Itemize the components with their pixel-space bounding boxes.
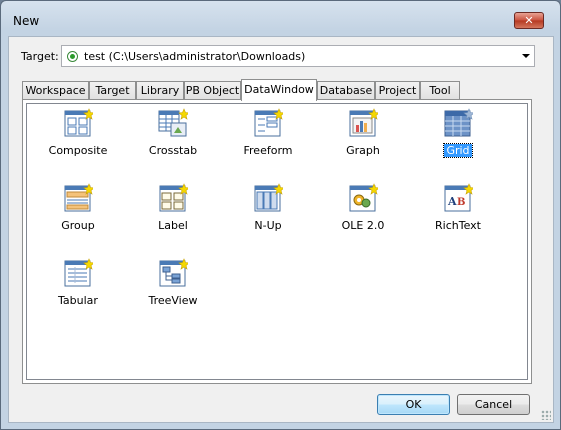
cancel-button[interactable]: Cancel [457, 394, 530, 415]
tab-panel-datawindow: Composite Crosstab Freeform Graph Grid G… [22, 99, 532, 384]
item-label: N-Up [254, 219, 282, 232]
resize-grip-icon[interactable] [541, 410, 551, 420]
tab-tool[interactable]: Tool [420, 81, 460, 100]
item-label: Tabular [58, 294, 98, 307]
ok-button[interactable]: OK [377, 394, 450, 415]
tab-label: DataWindow [244, 83, 314, 96]
target-label: Target: [21, 50, 59, 63]
composite-icon [64, 108, 93, 137]
graph-icon [349, 108, 378, 137]
close-button[interactable]: ✕ [514, 12, 544, 29]
close-icon: ✕ [524, 14, 534, 27]
label-icon [159, 183, 188, 212]
item-label: RichText [435, 219, 481, 232]
tab-label: Tool [429, 84, 451, 97]
list-item-crosstab[interactable]: Crosstab [135, 108, 211, 178]
chevron-down-icon[interactable] [522, 54, 530, 58]
list-item-n-up[interactable]: N-Up [230, 183, 306, 253]
new-dialog: New ✕ Target: test (C:\Users\administrat… [0, 0, 561, 430]
target-dropdown[interactable]: test (C:\Users\administrator\Downloads) [61, 45, 535, 67]
svg-text:B: B [457, 197, 465, 208]
item-label: Label [158, 219, 188, 232]
svg-text:A: A [447, 195, 457, 208]
grid-icon [444, 108, 473, 137]
list-item-richtext[interactable]: A B RichText [420, 183, 496, 253]
tab-label: Target [95, 84, 130, 97]
list-item-graph[interactable]: Graph [325, 108, 401, 178]
list-item-composite[interactable]: Composite [40, 108, 116, 178]
tab-target[interactable]: Target [89, 81, 136, 100]
target-value: test (C:\Users\administrator\Downloads) [84, 50, 306, 63]
title-bar[interactable]: New ✕ [1, 1, 560, 35]
dialog-body: Target: test (C:\Users\administrator\Dow… [8, 36, 554, 423]
list-item-label[interactable]: Label [135, 183, 211, 253]
tab-label: Workspace [25, 84, 86, 97]
list-item-treeview[interactable]: TreeView [135, 258, 211, 328]
item-label: Group [61, 219, 95, 232]
tab-label: Database [319, 84, 373, 97]
tab-workspace[interactable]: Workspace [22, 81, 89, 100]
tab-pb-object[interactable]: PB Object [184, 81, 241, 100]
tab-label: Project [378, 84, 417, 97]
ok-button-label: OK [405, 398, 422, 411]
item-label: Composite [48, 144, 108, 157]
freeform-icon [254, 108, 283, 137]
group-icon [64, 183, 93, 212]
tab-database[interactable]: Database [317, 81, 375, 100]
n-up-icon [254, 183, 283, 212]
list-item-ole[interactable]: OLE 2.0 [325, 183, 401, 253]
crosstab-icon [158, 108, 188, 137]
item-label: Graph [346, 144, 380, 157]
ole-icon [349, 183, 378, 212]
tab-label: Library [140, 84, 180, 97]
item-label: Crosstab [148, 144, 198, 157]
list-item-tabular[interactable]: Tabular [40, 258, 116, 328]
item-label: Freeform [243, 144, 293, 157]
tab-label: PB Object [185, 84, 240, 97]
target-status-icon [67, 51, 78, 62]
tabular-icon [64, 258, 93, 287]
datawindow-style-list[interactable]: Composite Crosstab Freeform Graph Grid G… [26, 103, 528, 380]
tab-library[interactable]: Library [136, 81, 184, 100]
item-label: TreeView [148, 294, 198, 307]
richtext-icon: A B [444, 183, 473, 212]
treeview-icon [159, 258, 188, 287]
list-item-freeform[interactable]: Freeform [230, 108, 306, 178]
window-title: New [13, 14, 40, 28]
cancel-button-label: Cancel [474, 398, 513, 411]
item-label: Grid [443, 143, 473, 158]
list-item-grid[interactable]: Grid [420, 108, 496, 178]
tab-datawindow[interactable]: DataWindow [241, 79, 317, 101]
tab-project[interactable]: Project [375, 81, 420, 100]
list-item-group[interactable]: Group [40, 183, 116, 253]
item-label: OLE 2.0 [341, 219, 385, 232]
